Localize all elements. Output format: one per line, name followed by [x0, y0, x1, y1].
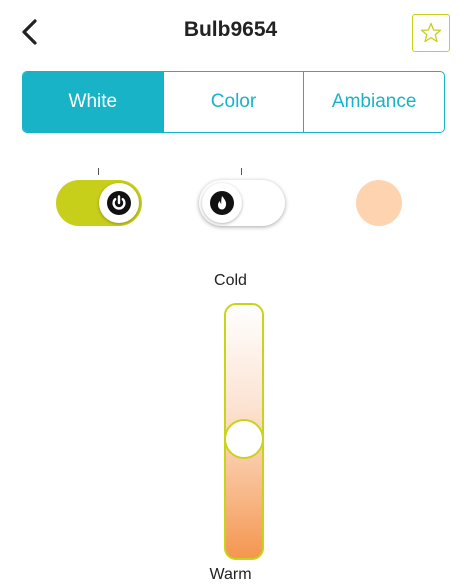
mode-tabs: White Color Ambiance — [22, 71, 445, 133]
temperature-slider-thumb[interactable] — [224, 419, 264, 460]
power-tick-mark — [98, 168, 99, 175]
slider-label-cold: Cold — [214, 272, 247, 289]
favorite-button[interactable] — [412, 14, 450, 52]
page-title: Bulb9654 — [183, 18, 278, 41]
back-button[interactable] — [14, 16, 44, 48]
power-toggle[interactable] — [56, 180, 142, 226]
color-swatch[interactable] — [356, 180, 402, 226]
tab-ambiance[interactable]: Ambiance — [303, 72, 444, 132]
power-toggle-knob — [99, 183, 139, 223]
star-outline-icon — [420, 22, 442, 43]
app-header: Bulb9654 — [0, 0, 461, 64]
tab-white[interactable]: White — [23, 72, 163, 132]
chevron-left-icon — [22, 19, 37, 45]
flame-toggle[interactable] — [199, 180, 285, 226]
flame-tick-mark — [241, 168, 242, 175]
flame-toggle-knob — [202, 183, 242, 223]
tab-color[interactable]: Color — [162, 72, 304, 132]
flame-icon — [210, 191, 234, 215]
slider-label-warm: Warm — [209, 566, 252, 583]
power-icon — [107, 191, 131, 215]
